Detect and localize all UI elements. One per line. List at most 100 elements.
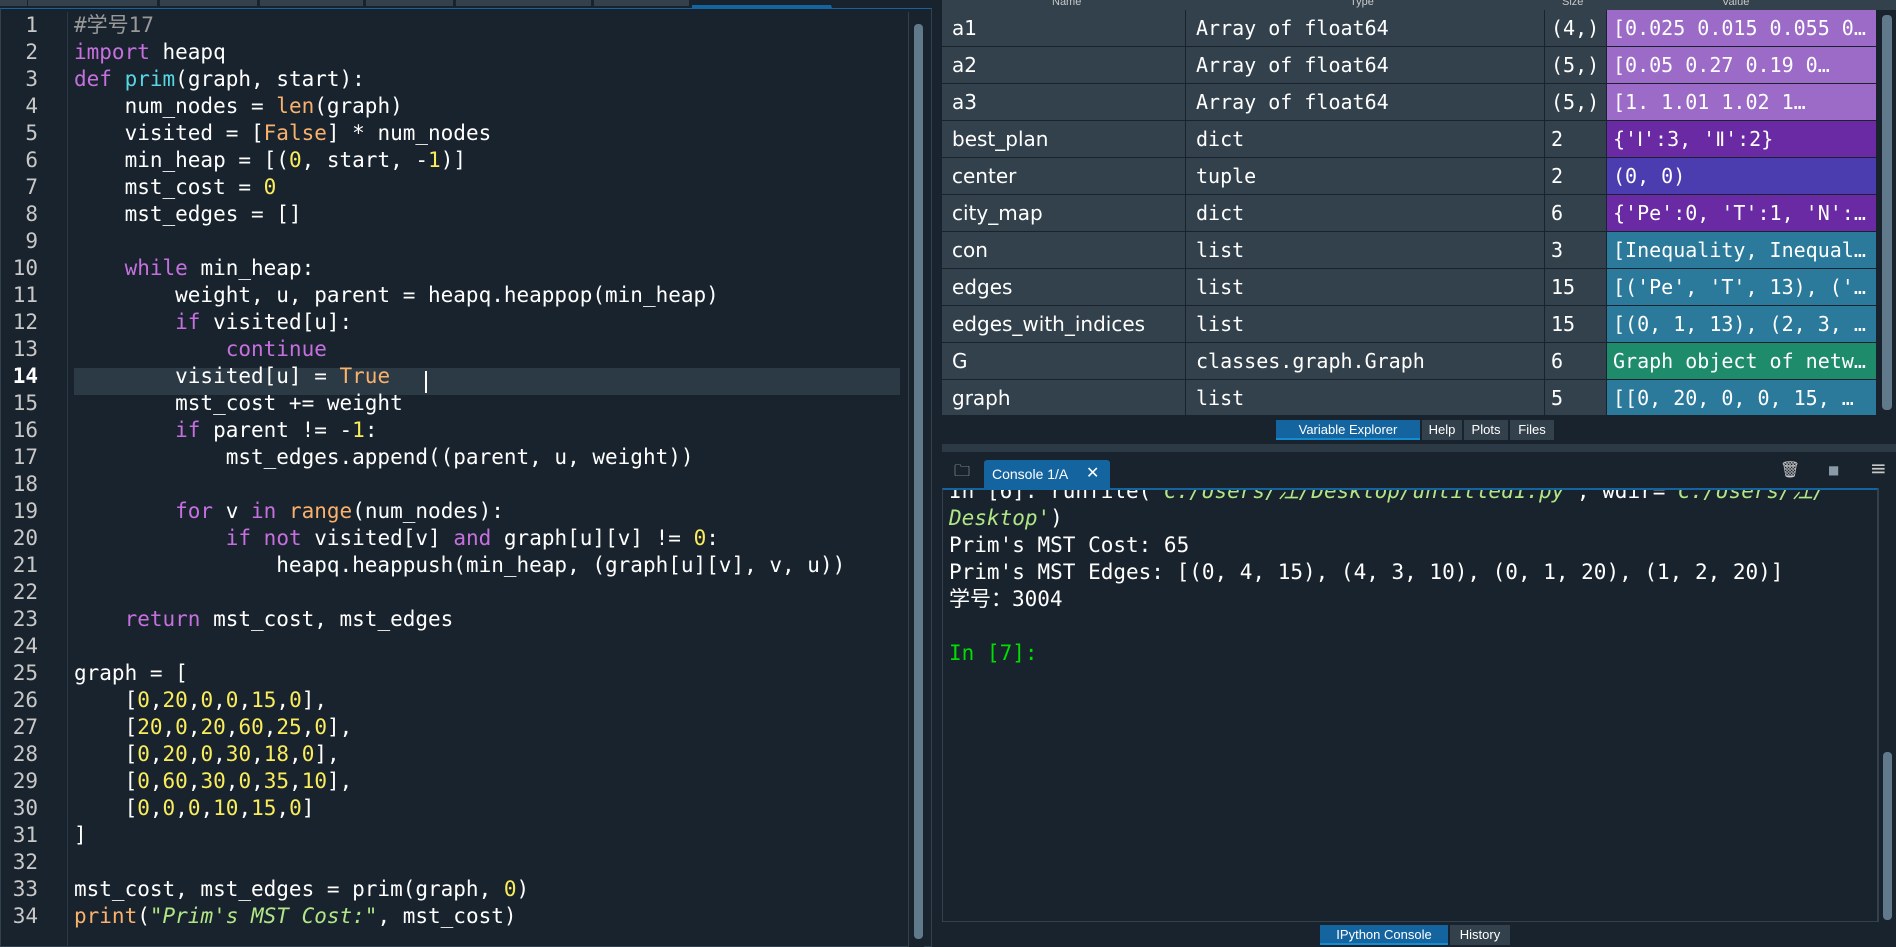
header-name[interactable]: Name (1052, 0, 1081, 8)
header-size[interactable]: Size (1562, 0, 1583, 8)
stop-icon[interactable]: ■ (1828, 463, 1839, 477)
editor-tab[interactable] (28, 0, 158, 6)
variable-type-cell: tuple (1186, 158, 1544, 194)
variable-size-cell: 15 (1545, 269, 1606, 305)
editor-tab[interactable] (456, 0, 592, 6)
code-line-5: visited = [False] * num_nodes (74, 120, 492, 147)
code-text: mst_edges = [] (74, 202, 302, 226)
number: 0 (314, 715, 327, 739)
variable-row[interactable]: a2 Array of float64 (5,) [0.05 0.27 0.19 0… (942, 47, 1876, 84)
number: 10 (301, 769, 327, 793)
variable-explorer-pane: Name Type Size Value a1 Array of float64(… (942, 0, 1896, 444)
number: 15 (251, 796, 277, 820)
code-text: mst_cost, mst_edges = prim(graph, (74, 877, 504, 901)
variable-size-cell: 15 (1545, 306, 1606, 342)
comment: #学号17 (74, 13, 154, 37)
console-text: In [6]: runfile( (949, 488, 1152, 503)
tab-ipython-console[interactable]: IPython Console (1320, 925, 1448, 945)
variable-row[interactable]: center tuple 2 (0, 0) (942, 158, 1876, 195)
variable-value-cell: [('Pe', 'T', 13), ('… (1607, 269, 1876, 305)
code-text: , (149, 688, 163, 712)
pane-splitter[interactable] (932, 0, 942, 947)
keyword: if (74, 526, 252, 550)
variable-row[interactable]: edges_with_indices list 15 [(0, 1, 13), (2,… (942, 306, 1876, 343)
editor-tab[interactable] (160, 0, 258, 6)
menu-icon[interactable]: ≡ (1870, 456, 1887, 480)
number: 0 (137, 796, 150, 820)
editor-tab[interactable] (260, 0, 364, 6)
variable-name-cell: best_plan (942, 121, 1185, 157)
text-cursor (425, 371, 427, 393)
code-line-11: weight, u, parent = heapq.heappop(min_he… (74, 282, 719, 309)
line-number: 25 (12, 661, 38, 685)
horizontal-splitter[interactable] (942, 444, 1896, 452)
console-prompt[interactable]: In [7]: (949, 640, 1038, 667)
code-text: ], (314, 742, 340, 766)
console-line: Desktop') (949, 505, 1063, 532)
console-output[interactable]: In [6]: runfile('C:/Users/江/Desktop/unti… (942, 488, 1878, 922)
editor-tab[interactable] (0, 0, 28, 6)
code-text: , (187, 715, 201, 739)
variable-row[interactable]: best_plan dict 2 {'Ⅰ':3, 'Ⅱ':2} (942, 121, 1876, 158)
console-tab[interactable]: Console 1/A ✕ (984, 460, 1110, 488)
variable-value-cell: [0.05 0.27 0.19 0… (1607, 47, 1876, 83)
keyword: while (74, 256, 188, 280)
header-type[interactable]: Type (1350, 0, 1374, 8)
variable-size-cell: 6 (1545, 195, 1606, 231)
variable-value-cell: [1. 1.01 1.02 1… (1607, 84, 1876, 120)
variable-size-cell: (5,) (1545, 84, 1606, 120)
variable-row[interactable]: a3 Array of float64 (5,) [1. 1.01 1.02 1… (942, 84, 1876, 121)
close-icon[interactable]: ✕ (1086, 460, 1099, 488)
code-text: heapq.heappush(min_heap, (graph[u][v], v… (74, 553, 846, 577)
variable-row[interactable]: a1 Array of float64 (4,) [0.025 0.015 0.055… (942, 10, 1876, 47)
code-text: visited[v] (301, 526, 454, 550)
variable-name-cell: city_map (942, 195, 1185, 231)
header-value[interactable]: Value (1722, 0, 1749, 8)
code-line-14: visited[u] = True (74, 363, 390, 390)
line-number: 28 (12, 742, 38, 766)
variable-type-cell: dict (1186, 121, 1544, 157)
variable-name-cell: G (942, 343, 1185, 379)
editor-tab-active[interactable] (692, 0, 832, 8)
tab-help[interactable]: Help (1422, 420, 1462, 440)
code-text: ], (327, 769, 353, 793)
code-line-3: def prim(graph, start): (74, 66, 365, 93)
code-editor[interactable]: #学号17 import heapq def prim(graph, start… (0, 0, 932, 947)
code-line-8: mst_edges = [] (74, 201, 302, 228)
tab-files[interactable]: Files (1510, 420, 1554, 440)
variable-row[interactable]: edges list 15 [('Pe', 'T', 13), ('… (942, 269, 1876, 306)
variable-row[interactable]: city_map dict 6 {'Pe':0, 'T':1, 'N':… (942, 195, 1876, 232)
number: 35 (263, 769, 290, 793)
editor-scrollbar-thumb[interactable] (914, 24, 923, 939)
code-text: , (213, 742, 226, 766)
variable-size-cell: 2 (1545, 121, 1606, 157)
code-line-33: mst_cost, mst_edges = prim(graph, 0) (74, 876, 529, 903)
code-text: (graph) (314, 94, 403, 118)
variable-value-cell: [Inequality, Inequal… (1607, 232, 1876, 268)
tab-plots[interactable]: Plots (1464, 420, 1508, 440)
code-text: visited[u] = (74, 364, 340, 388)
code-area[interactable]: #学号17 import heapq def prim(graph, start… (74, 12, 900, 947)
variable-name-cell: edges_with_indices (942, 306, 1185, 342)
tab-variable-explorer[interactable]: Variable Explorer (1276, 420, 1420, 440)
line-number: 32 (12, 850, 38, 874)
trash-icon[interactable]: 🗑 (1780, 460, 1800, 479)
keyword: not (263, 526, 302, 550)
variable-row[interactable]: con list 3 [Inequality, Inequal… (942, 232, 1876, 269)
console-scrollbar-thumb[interactable] (1883, 752, 1892, 920)
variable-row[interactable]: graph list 5 [[0, 20, 0, 0, 15, … (942, 380, 1876, 415)
tab-history[interactable]: History (1450, 925, 1510, 945)
number: 0 (289, 688, 302, 712)
number: 0 (289, 796, 302, 820)
variable-value-cell: (0, 0) (1607, 158, 1876, 194)
code-text: , (238, 796, 252, 820)
editor-tab[interactable] (594, 0, 690, 6)
variable-scrollbar-thumb[interactable] (1882, 15, 1892, 410)
variable-row[interactable]: Gclasses.graph.Graph 6 Graph object of net… (942, 343, 1876, 380)
number: 1 (428, 148, 441, 172)
code-text: [ (74, 715, 138, 739)
string: 'C:/Users/江/ (1665, 488, 1826, 503)
browse-tabs-icon[interactable]: 🗀 (954, 460, 970, 487)
editor-tab[interactable] (366, 0, 454, 6)
